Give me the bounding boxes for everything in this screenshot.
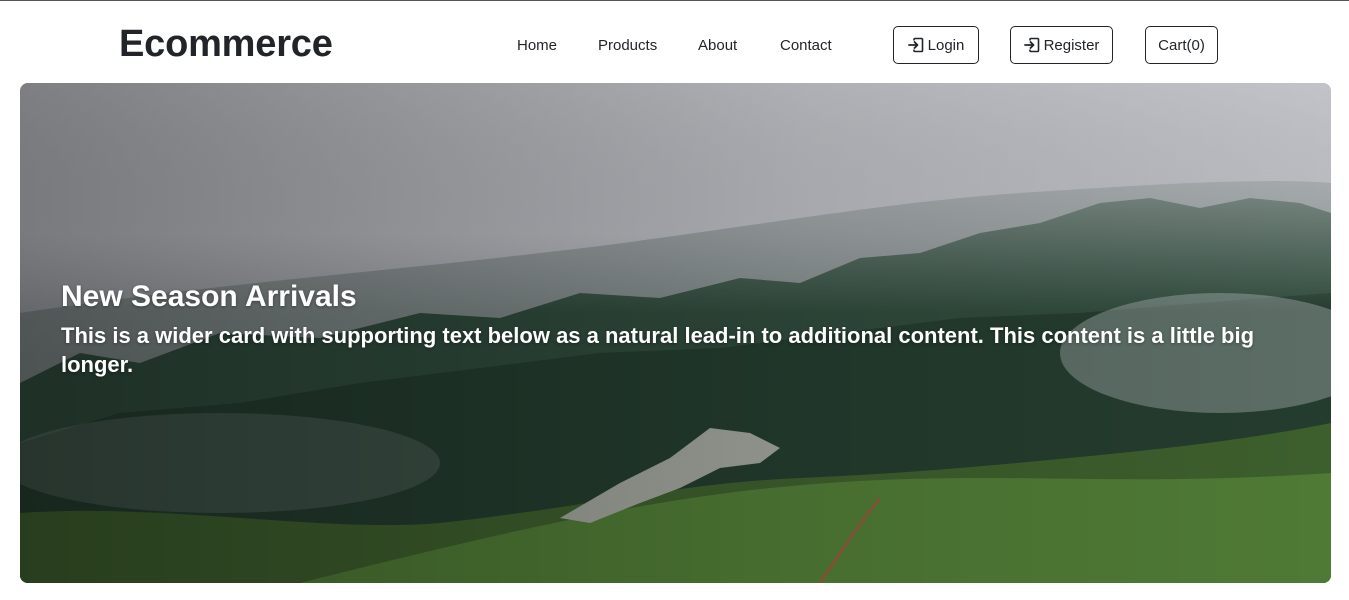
navbar: Ecommerce Home Products About Contact Lo… [0,1,1349,83]
cart-label: Cart(0) [1158,36,1205,54]
cart-button[interactable]: Cart(0) [1145,26,1218,64]
brand-logo[interactable]: Ecommerce [119,21,333,67]
login-button[interactable]: Login [893,26,979,64]
hero-caption: New Season Arrivals This is a wider card… [61,279,1281,379]
hero-banner: New Season Arrivals This is a wider card… [20,83,1331,583]
register-icon [1023,37,1040,53]
register-button[interactable]: Register [1010,26,1113,64]
nav-link-home[interactable]: Home [517,36,557,56]
register-label: Register [1043,36,1100,54]
login-label: Login [927,36,965,54]
login-icon [907,37,924,53]
nav-link-about[interactable]: About [698,36,737,56]
hero-title: New Season Arrivals [61,280,357,313]
hero-description: This is a wider card with supporting tex… [61,323,1255,377]
nav-link-contact[interactable]: Contact [780,36,832,56]
nav-link-products[interactable]: Products [598,36,657,56]
